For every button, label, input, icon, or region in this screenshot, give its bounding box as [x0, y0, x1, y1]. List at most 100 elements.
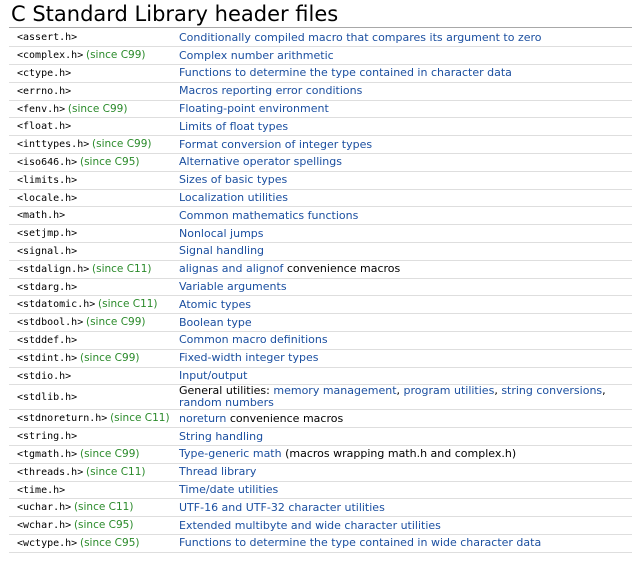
- header-name[interactable]: <float.h>: [17, 121, 71, 132]
- description-link[interactable]: Conditionally compiled macro that compar…: [179, 31, 542, 44]
- header-name[interactable]: <locale.h>: [17, 193, 77, 204]
- description-link[interactable]: Format conversion of integer types: [179, 138, 372, 151]
- header-name[interactable]: <assert.h>: [17, 32, 77, 43]
- headers-table-body: <assert.h> Conditionally compiled macro t…: [9, 29, 632, 553]
- header-cell: <stddef.h>: [9, 332, 179, 350]
- description-link[interactable]: memory management: [273, 384, 396, 397]
- header-name[interactable]: <errno.h>: [17, 86, 71, 97]
- table-row: <setjmp.h> Nonlocal jumps: [9, 225, 632, 243]
- header-name[interactable]: <iso646.h>: [17, 157, 77, 168]
- description-cell: Common macro definitions: [179, 332, 632, 350]
- header-cell: <stdarg.h>: [9, 278, 179, 296]
- description-cell: noreturn convenience macros: [179, 410, 632, 428]
- since-badge: (since C99): [79, 447, 140, 460]
- header-cell: <uchar.h> (since C11): [9, 499, 179, 517]
- header-name[interactable]: <threads.h>: [17, 467, 83, 478]
- header-name[interactable]: <setjmp.h>: [17, 228, 77, 239]
- table-row: <errno.h> Macros reporting error conditio…: [9, 82, 632, 101]
- header-name[interactable]: <stdlib.h>: [17, 392, 77, 403]
- description-link[interactable]: Macros reporting error conditions: [179, 84, 362, 97]
- since-badge: (since C99): [85, 49, 146, 62]
- description-link[interactable]: Boolean type: [179, 316, 252, 329]
- description-link[interactable]: Type-generic math: [179, 447, 282, 460]
- header-name[interactable]: <time.h>: [17, 485, 65, 496]
- description-link[interactable]: Functions to determine the type containe…: [179, 66, 512, 79]
- header-name[interactable]: <complex.h>: [17, 50, 83, 61]
- header-name[interactable]: <stdbool.h>: [17, 317, 83, 328]
- description-text: ,: [396, 384, 404, 398]
- since-badge: (since C95): [73, 519, 134, 532]
- header-name[interactable]: <stdatomic.h>: [17, 299, 95, 310]
- header-cell: <float.h>: [9, 118, 179, 136]
- table-row: <locale.h> Localization utilities: [9, 189, 632, 207]
- description-link[interactable]: Complex number arithmetic: [179, 49, 334, 62]
- description-link[interactable]: Sizes of basic types: [179, 173, 287, 186]
- header-name[interactable]: <stdarg.h>: [17, 282, 77, 293]
- description-link[interactable]: Functions to determine the type containe…: [179, 536, 541, 549]
- header-name[interactable]: <uchar.h>: [17, 502, 71, 513]
- header-name[interactable]: <wctype.h>: [17, 538, 77, 549]
- description-link[interactable]: Signal handling: [179, 244, 264, 257]
- description-cell: Signal handling: [179, 243, 632, 261]
- table-row: <math.h> Common mathematics functions: [9, 207, 632, 225]
- description-link[interactable]: Input/output: [179, 369, 247, 382]
- description-link[interactable]: UTF-16 and UTF-32 character utilities: [179, 501, 385, 514]
- table-row: <float.h> Limits of float types: [9, 118, 632, 136]
- description-link[interactable]: Alternative operator spellings: [179, 155, 342, 168]
- description-link[interactable]: Common mathematics functions: [179, 209, 358, 222]
- table-row: <stdarg.h> Variable arguments: [9, 278, 632, 296]
- description-link[interactable]: Common macro definitions: [179, 333, 328, 346]
- header-cell: <math.h>: [9, 207, 179, 225]
- table-row: <stdalign.h> (since C11) alignas and alig…: [9, 260, 632, 279]
- description-link[interactable]: Fixed-width integer types: [179, 351, 318, 364]
- header-name[interactable]: <string.h>: [17, 431, 77, 442]
- description-cell: Common mathematics functions: [179, 207, 632, 225]
- header-name[interactable]: <signal.h>: [17, 246, 77, 257]
- description-cell: Input/output: [179, 367, 632, 385]
- description-cell: Localization utilities: [179, 189, 632, 207]
- description-cell: UTF-16 and UTF-32 character utilities: [179, 499, 632, 517]
- header-name[interactable]: <math.h>: [17, 210, 65, 221]
- description-cell: Conditionally compiled macro that compar…: [179, 29, 632, 47]
- header-cell: <fenv.h> (since C99): [9, 100, 179, 118]
- header-name[interactable]: <wchar.h>: [17, 520, 71, 531]
- description-link[interactable]: Limits of float types: [179, 120, 288, 133]
- description-link[interactable]: Atomic types: [179, 298, 251, 311]
- description-cell: Alternative operator spellings: [179, 154, 632, 172]
- since-badge: (since C99): [85, 316, 146, 329]
- header-name[interactable]: <ctype.h>: [17, 68, 71, 79]
- header-name[interactable]: <stddef.h>: [17, 335, 77, 346]
- headers-table: <assert.h> Conditionally compiled macro t…: [9, 29, 632, 553]
- description-link[interactable]: Nonlocal jumps: [179, 227, 264, 240]
- header-name[interactable]: <fenv.h>: [17, 104, 65, 115]
- header-cell: <errno.h>: [9, 82, 179, 100]
- header-cell: <limits.h>: [9, 171, 179, 189]
- header-name[interactable]: <stdnoreturn.h>: [17, 413, 107, 424]
- header-cell: <tgmath.h> (since C99): [9, 446, 179, 464]
- description-cell: Limits of float types: [179, 118, 632, 136]
- header-cell: <stdio.h>: [9, 367, 179, 385]
- description-link[interactable]: string conversions: [501, 384, 602, 397]
- description-link[interactable]: noreturn: [179, 412, 226, 425]
- header-name[interactable]: <stdalign.h>: [17, 264, 89, 275]
- description-link[interactable]: Floating-point environment: [179, 102, 329, 115]
- header-name[interactable]: <stdint.h>: [17, 353, 77, 364]
- header-name[interactable]: <inttypes.h>: [17, 139, 89, 150]
- description-cell: Format conversion of integer types: [179, 136, 632, 154]
- description-link[interactable]: Thread library: [179, 465, 256, 478]
- header-name[interactable]: <limits.h>: [17, 175, 77, 186]
- description-link[interactable]: program utilities: [404, 384, 495, 397]
- header-name[interactable]: <tgmath.h>: [17, 449, 77, 460]
- description-link[interactable]: Time/date utilities: [179, 483, 278, 496]
- description-link[interactable]: alignas and alignof: [179, 262, 283, 275]
- description-link[interactable]: random numbers: [179, 396, 274, 409]
- description-cell: Nonlocal jumps: [179, 225, 632, 243]
- since-badge: (since C95): [79, 155, 140, 168]
- description-link[interactable]: Localization utilities: [179, 191, 288, 204]
- header-name[interactable]: <stdio.h>: [17, 371, 71, 382]
- description-link[interactable]: String handling: [179, 430, 263, 443]
- table-row: <signal.h> Signal handling: [9, 243, 632, 261]
- description-link[interactable]: Extended multibyte and wide character ut…: [179, 519, 441, 532]
- description-text: convenience macros: [283, 262, 401, 276]
- description-link[interactable]: Variable arguments: [179, 280, 287, 293]
